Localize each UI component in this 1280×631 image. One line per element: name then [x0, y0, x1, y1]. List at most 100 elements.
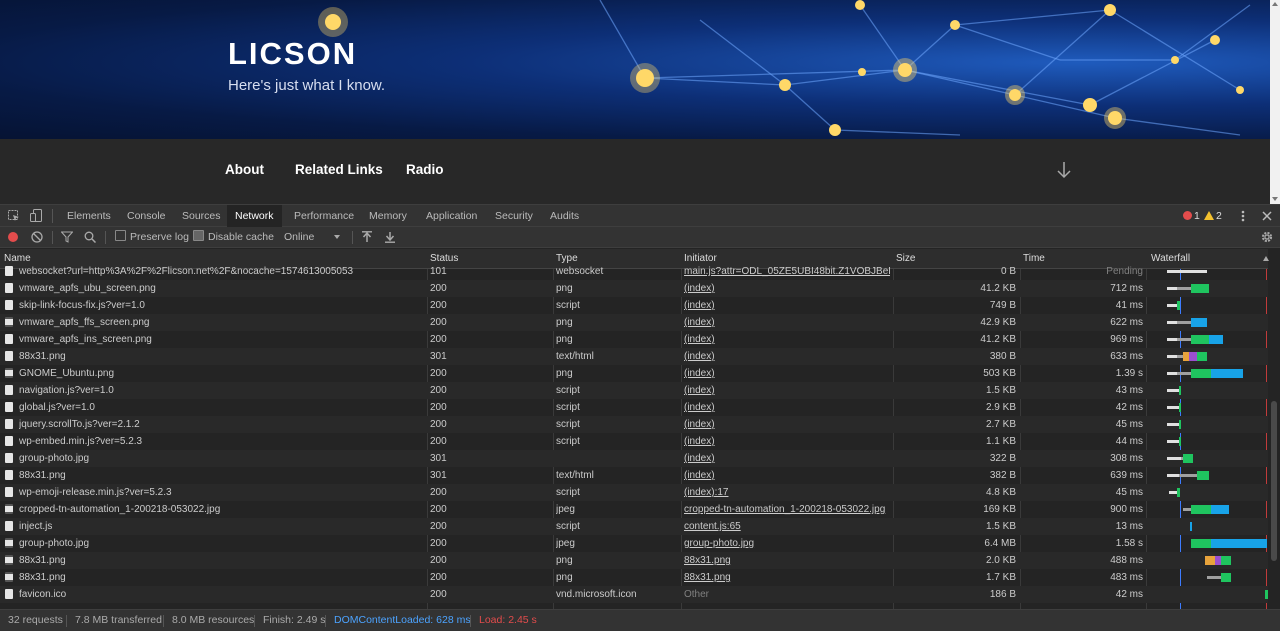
request-name[interactable]: GNOME_Ubuntu.png [19, 365, 423, 382]
waterfall-bar[interactable] [1147, 331, 1268, 348]
table-row[interactable]: cropped-tn-automation_1-200218-053022.jp… [0, 501, 1268, 518]
waterfall-bar[interactable] [1147, 382, 1268, 399]
error-count[interactable]: 1 [1194, 205, 1200, 227]
request-initiator[interactable]: (index) [684, 280, 890, 297]
search-icon[interactable] [84, 231, 96, 243]
import-har-icon[interactable] [362, 231, 372, 243]
tab-audits[interactable]: Audits [542, 205, 587, 227]
request-name[interactable]: favicon.ico [19, 586, 423, 603]
request-initiator[interactable]: (index) [684, 348, 890, 365]
tab-performance[interactable]: Performance [286, 205, 362, 227]
device-toolbar-icon[interactable] [30, 209, 42, 223]
request-initiator[interactable]: (index) [684, 450, 890, 467]
table-row[interactable]: navigation.js?ver=1.0 200 script (index) 1.5… [0, 382, 1268, 399]
request-name[interactable]: 88x31.png [19, 552, 423, 569]
waterfall-bar[interactable] [1147, 348, 1268, 365]
request-name[interactable]: cropped-tn-automation_1-200218-053022.jp… [19, 501, 423, 518]
tab-sources[interactable]: Sources [174, 205, 229, 227]
table-row[interactable]: GNOME_Ubuntu.png 200 png (index) 503 KB 1.39 … [0, 365, 1268, 382]
page-scrollbar[interactable] [1270, 0, 1280, 204]
request-name[interactable]: 88x31.png [19, 569, 423, 586]
disable-cache-checkbox[interactable]: Disable cache [193, 227, 274, 247]
request-name[interactable]: group-photo.jpg [19, 450, 423, 467]
request-name[interactable]: navigation.js?ver=1.0 [19, 382, 423, 399]
waterfall-bar[interactable] [1147, 586, 1268, 603]
export-har-icon[interactable] [385, 231, 395, 243]
sort-ascending-icon[interactable] [1263, 256, 1269, 261]
waterfall-bar[interactable] [1147, 263, 1268, 280]
request-initiator[interactable]: (index) [684, 467, 890, 484]
request-initiator[interactable]: (index) [684, 331, 890, 348]
nav-radio[interactable]: Radio [406, 162, 444, 177]
waterfall-bar[interactable] [1147, 467, 1268, 484]
request-initiator[interactable]: content.js:65 [684, 518, 890, 535]
record-icon[interactable] [8, 232, 18, 242]
request-name[interactable]: jquery.scrollTo.js?ver=2.1.2 [19, 416, 423, 433]
request-initiator[interactable]: (index) [684, 399, 890, 416]
request-name[interactable]: 88x31.png [19, 348, 423, 365]
tab-network[interactable]: Network [227, 205, 282, 227]
waterfall-bar[interactable] [1147, 280, 1268, 297]
inspect-element-icon[interactable] [8, 210, 20, 222]
waterfall-bar[interactable] [1147, 569, 1268, 586]
preserve-log-checkbox[interactable]: Preserve log [115, 227, 189, 247]
table-row[interactable]: vmware_apfs_ffs_screen.png 200 png (index) 4… [0, 314, 1268, 331]
waterfall-bar[interactable] [1147, 501, 1268, 518]
table-row[interactable]: 88x31.png 200 png 88x31.png 2.0 KB 488 ms [0, 552, 1268, 569]
waterfall-bar[interactable] [1147, 365, 1268, 382]
table-row[interactable]: 88x31.png 301 text/html (index) 380 B 633 ms [0, 348, 1268, 365]
table-row[interactable]: jquery.scrollTo.js?ver=2.1.2 200 script (in… [0, 416, 1268, 433]
request-name[interactable]: 88x31.png [19, 467, 423, 484]
table-row[interactable]: websocket?url=http%3A%2F%2Flicson.net%2F… [0, 263, 1268, 280]
request-initiator[interactable]: cropped-tn-automation_1-200218-053022.jp… [684, 501, 890, 518]
waterfall-bar[interactable] [1147, 450, 1268, 467]
tab-elements[interactable]: Elements [59, 205, 119, 227]
waterfall-bar[interactable] [1147, 552, 1268, 569]
waterfall-bar[interactable] [1147, 416, 1268, 433]
request-initiator[interactable]: main.js?attr=ODL_05ZE5UBI48bit.Z1VOBJBeL… [684, 263, 890, 280]
table-row[interactable]: 88x31.png 301 text/html (index) 382 B 639 ms [0, 467, 1268, 484]
request-name[interactable]: global.js?ver=1.0 [19, 399, 423, 416]
tab-memory[interactable]: Memory [361, 205, 415, 227]
table-row[interactable]: skip-link-focus-fix.js?ver=1.0 200 script (… [0, 297, 1268, 314]
checkbox-checked-icon[interactable] [193, 230, 204, 241]
table-row[interactable]: global.js?ver=1.0 200 script (index) 2.9 KB 4… [0, 399, 1268, 416]
request-initiator[interactable]: (index) [684, 365, 890, 382]
checkbox-icon[interactable] [115, 230, 126, 241]
error-icon[interactable] [1183, 211, 1192, 220]
nav-about[interactable]: About [225, 162, 264, 177]
request-name[interactable]: inject.js [19, 518, 423, 535]
throttling-select[interactable]: Online [284, 227, 314, 247]
table-row[interactable]: group-photo.jpg 301 (index) 322 B 308 ms [0, 450, 1268, 467]
nav-related-links[interactable]: Related Links [295, 162, 383, 177]
waterfall-bar[interactable] [1147, 518, 1268, 535]
clear-icon[interactable] [31, 231, 43, 243]
more-options-icon[interactable] [1241, 210, 1245, 222]
request-name[interactable]: vmware_apfs_ubu_screen.png [19, 280, 423, 297]
table-row[interactable]: vmware_apfs_ubu_screen.png 200 png (index) 4… [0, 280, 1268, 297]
arrow-down-icon[interactable] [1054, 160, 1074, 180]
waterfall-bar[interactable] [1147, 433, 1268, 450]
close-icon[interactable] [1262, 211, 1272, 221]
table-scrollbar[interactable] [1268, 269, 1280, 609]
site-title[interactable]: LICSON [228, 36, 357, 72]
table-row[interactable]: group-photo.jpg 200 jpeg group-photo.jpg 6.4… [0, 535, 1268, 552]
waterfall-bar[interactable] [1147, 399, 1268, 416]
waterfall-bar[interactable] [1147, 484, 1268, 501]
request-name[interactable]: group-photo.jpg [19, 535, 423, 552]
request-name[interactable]: vmware_apfs_ffs_screen.png [19, 314, 423, 331]
waterfall-bar[interactable] [1147, 314, 1268, 331]
request-initiator[interactable]: (index) [684, 314, 890, 331]
scrollbar-thumb[interactable] [1271, 401, 1277, 561]
warning-count[interactable]: 2 [1216, 205, 1222, 227]
request-name[interactable]: websocket?url=http%3A%2F%2Flicson.net%2F… [19, 263, 423, 280]
table-row[interactable]: vmware_apfs_ins_screen.png 200 png (index) 4… [0, 331, 1268, 348]
table-row[interactable]: favicon.ico 200 vnd.microsoft.icon Other 186… [0, 586, 1268, 603]
request-initiator[interactable]: (index) [684, 416, 890, 433]
table-row[interactable]: 88x31.png 200 png 88x31.png 1.7 KB 483 ms [0, 569, 1268, 586]
dropdown-arrow-icon[interactable] [334, 235, 340, 239]
filter-icon[interactable] [61, 231, 73, 243]
scroll-down-icon[interactable] [1272, 197, 1278, 201]
request-initiator[interactable]: (index) [684, 382, 890, 399]
waterfall-bar[interactable] [1147, 297, 1268, 314]
